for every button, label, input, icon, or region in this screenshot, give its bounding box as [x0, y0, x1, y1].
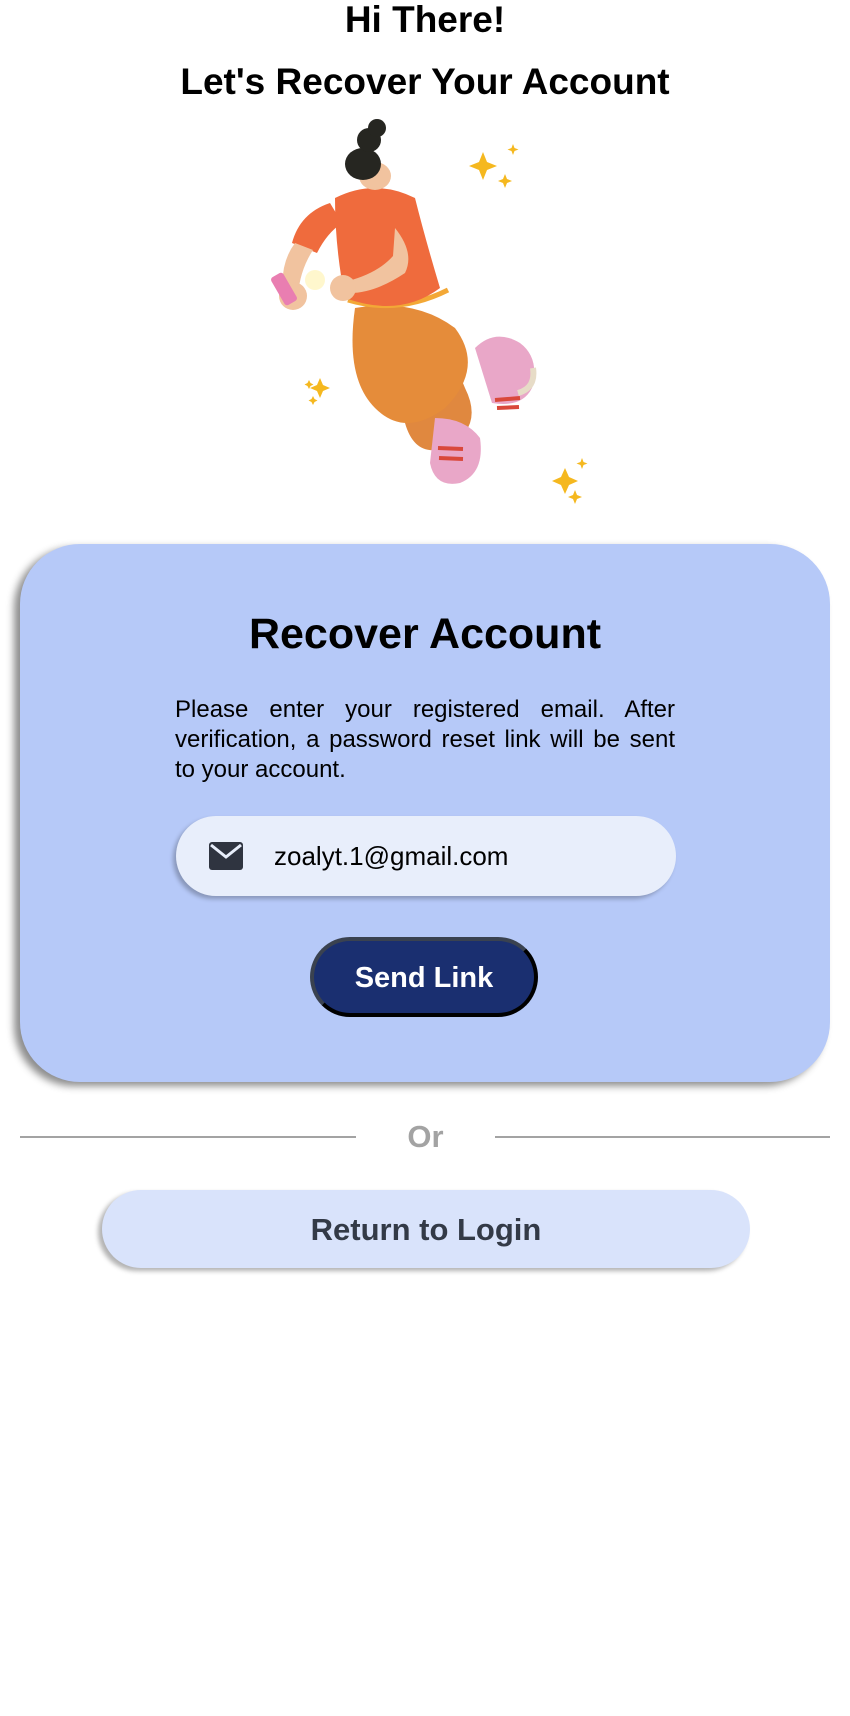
recovery-illustration	[255, 118, 605, 528]
envelope-icon	[209, 842, 243, 870]
email-field[interactable]	[176, 816, 676, 896]
divider-line-left	[20, 1136, 356, 1138]
send-link-button[interactable]: Send Link	[310, 937, 538, 1017]
or-divider: Or	[20, 1112, 830, 1162]
or-label: Or	[407, 1119, 444, 1154]
return-to-login-button[interactable]: Return to Login	[102, 1190, 750, 1268]
divider-line-right	[495, 1136, 830, 1138]
greeting-text: Hi There!	[344, 0, 506, 40]
person-with-phone-illustration	[271, 119, 588, 504]
card-description: Please enter your registered email. Afte…	[175, 696, 675, 783]
recover-card: Recover Account Please enter your regist…	[20, 544, 830, 1082]
page-subtitle: Let's Recover Your Account	[180, 61, 670, 102]
card-title: Recover Account	[248, 610, 602, 658]
email-input[interactable]	[274, 834, 654, 878]
